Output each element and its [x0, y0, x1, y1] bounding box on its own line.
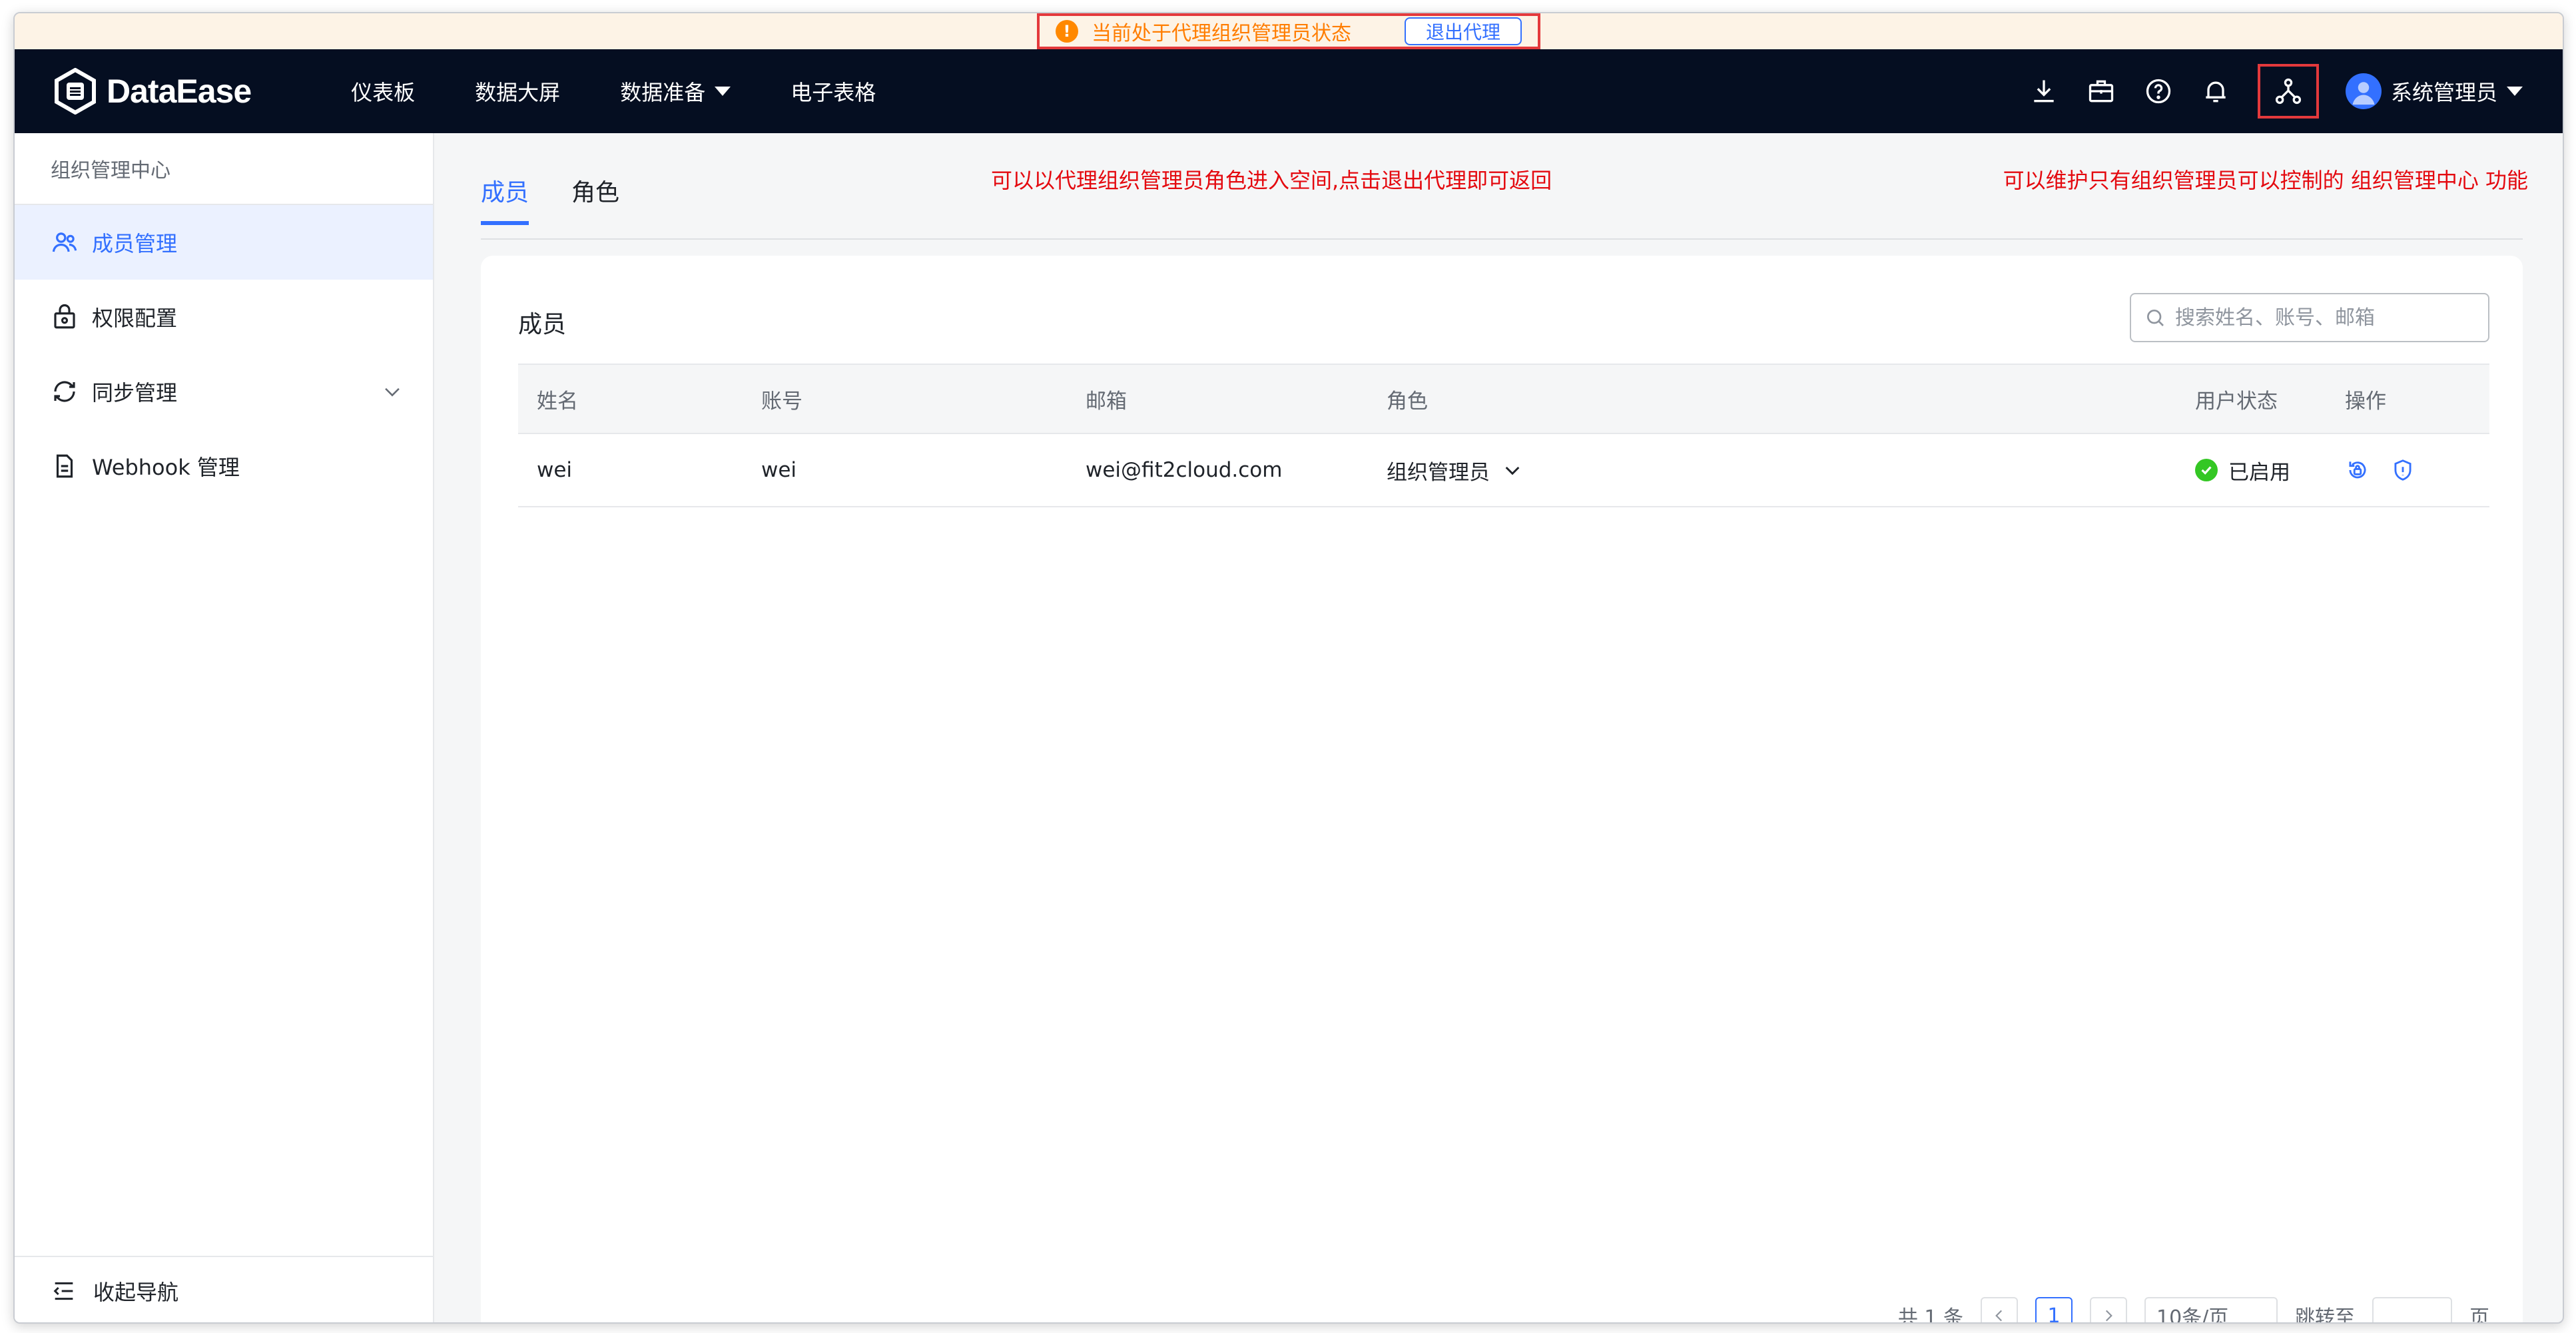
lock-box-icon: [54, 304, 75, 329]
help-icon: [2146, 79, 2171, 104]
nav-spreadsheet[interactable]: 电子表格: [791, 76, 876, 107]
sync-icon: [54, 381, 75, 402]
sidebar-item-label: Webhook 管理: [92, 455, 240, 480]
proxy-status-text: 当前处于代理组织管理员状态: [1091, 22, 1351, 45]
tab-divider: [481, 238, 2523, 240]
document-icon: [56, 454, 73, 478]
nav-data-prep-label: 数据准备: [620, 80, 706, 105]
col-header-account: 账号: [761, 389, 803, 413]
col-header-role: 角色: [1387, 389, 1428, 413]
tab-members[interactable]: 成员: [481, 173, 529, 225]
members-table: 姓名 账号 邮箱 角色 用户状态 操作 wei wei wei@fit2clou…: [518, 364, 2489, 507]
sidebar-header: 组织管理中心: [15, 133, 433, 205]
chevron-right-icon: [2105, 1310, 2112, 1322]
collapse-nav-button[interactable]: 收起导航: [15, 1256, 433, 1322]
cell-email: wei@fit2cloud.com: [1086, 458, 1283, 482]
warning-icon: !: [1055, 20, 1078, 43]
reset-password-icon[interactable]: [2345, 457, 2370, 483]
user-icon: [2352, 82, 2375, 105]
main-menu: 仪表板 数据大屏 数据准备 电子表格: [351, 76, 876, 107]
page-size-select[interactable]: 10条/页: [2144, 1297, 2278, 1322]
org-tree-icon: [2275, 78, 2302, 105]
jump-page-input[interactable]: [2372, 1297, 2452, 1322]
col-header-actions: 操作: [2345, 389, 2386, 413]
logo-text: DataEase: [107, 73, 252, 110]
app-window: ! 当前处于代理组织管理员状态 退出代理 DataEase 仪表板 数据大屏 数…: [13, 12, 2564, 1324]
collapse-nav-label: 收起导航: [93, 1280, 179, 1305]
sidebar-item-label: 成员管理: [92, 231, 178, 256]
cell-status: 已启用: [2176, 455, 2326, 485]
jump-label: 跳转至: [2295, 1306, 2355, 1324]
table-row: wei wei wei@fit2cloud.com 组织管理员 已启用: [518, 434, 2489, 507]
users-icon: [52, 232, 77, 252]
notification-button[interactable]: [2200, 76, 2231, 107]
members-card: 成员 姓名 账号 邮箱 角色 用户状态 操作 wei wei wei@fit2c…: [481, 256, 2523, 1322]
dataease-logo-icon: [55, 68, 96, 115]
nav-spreadsheet-label: 电子表格: [791, 80, 876, 105]
page-number[interactable]: 1: [2035, 1297, 2073, 1322]
caret-down-icon: [2507, 87, 2523, 96]
logo[interactable]: DataEase: [52, 68, 252, 115]
download-icon: [2034, 80, 2054, 103]
next-page-button[interactable]: [2090, 1297, 2127, 1322]
sidebar-item-label: 同步管理: [92, 380, 178, 405]
chevron-left-icon: [1995, 1310, 2003, 1322]
chevron-down-icon: [385, 388, 400, 397]
page-unit-label: 页: [2469, 1306, 2489, 1324]
search-icon: [2147, 310, 2164, 326]
pagination: 共 1 条 1 10条/页 跳转至 页: [1897, 1297, 2489, 1324]
sidebar-item-permissions[interactable]: 权限配置: [15, 280, 433, 354]
org-management-button[interactable]: [2257, 64, 2319, 119]
tab-roles[interactable]: 角色: [571, 173, 619, 225]
chevron-down-icon: [1505, 466, 1520, 475]
col-header-email: 邮箱: [1086, 389, 1127, 413]
nav-dashboard[interactable]: 仪表板: [351, 76, 415, 107]
nav-data-prep[interactable]: 数据准备: [620, 76, 731, 107]
sidebar-item-sync[interactable]: 同步管理: [15, 354, 433, 429]
status-text: 已启用: [2228, 460, 2290, 485]
table-header: 姓名 账号 邮箱 角色 用户状态 操作: [518, 364, 2489, 434]
template-market-button[interactable]: [2086, 76, 2116, 107]
download-button[interactable]: [2029, 76, 2059, 107]
permission-shield-icon[interactable]: [2390, 457, 2415, 483]
search-input[interactable]: [2175, 306, 2468, 330]
cell-account: wei: [761, 458, 797, 482]
user-menu[interactable]: 系统管理员: [2345, 73, 2523, 109]
cell-name: wei: [537, 458, 573, 482]
sidebar-item-members[interactable]: 成员管理: [15, 205, 433, 280]
user-name: 系统管理员: [2390, 80, 2497, 105]
col-header-name: 姓名: [537, 389, 578, 413]
exit-proxy-button[interactable]: 退出代理: [1404, 17, 1522, 45]
toolbar-right: 系统管理员: [2029, 64, 2523, 119]
role-select-value: 组织管理员: [1387, 460, 1490, 485]
col-header-status: 用户状态: [2195, 389, 2278, 413]
role-select[interactable]: 组织管理员: [1368, 455, 2176, 485]
card-title: 成员: [518, 311, 567, 338]
caret-down-icon: [715, 87, 731, 96]
nav-data-screen[interactable]: 数据大屏: [475, 76, 560, 107]
sidebar: 组织管理中心 成员管理 权限配置 同步管理 Webhook 管理 收起导航: [15, 133, 434, 1322]
cell-actions: [2326, 457, 2489, 483]
bell-icon: [2206, 81, 2226, 103]
main-content: 成员 角色 可以以代理组织管理员角色进入空间,点击退出代理即可返回 可以维护只有…: [434, 133, 2563, 1322]
sidebar-item-webhook[interactable]: Webhook 管理: [15, 429, 433, 503]
search-box[interactable]: [2130, 293, 2489, 342]
nav-data-screen-label: 数据大屏: [475, 80, 561, 105]
proxy-banner: ! 当前处于代理组织管理员状态 退出代理: [15, 13, 2563, 49]
avatar: [2345, 73, 2382, 109]
check-circle-icon: [2195, 459, 2218, 481]
prev-page-button[interactable]: [1981, 1297, 2018, 1322]
nav-dashboard-label: 仪表板: [351, 80, 416, 105]
top-nav: DataEase 仪表板 数据大屏 数据准备 电子表格 系统管理员: [15, 49, 2563, 133]
annotation-org-note: 可以维护只有组织管理员可以控制的 组织管理中心 功能: [2003, 168, 2528, 193]
total-count: 共 1 条: [1897, 1306, 1963, 1324]
proxy-banner-highlight: ! 当前处于代理组织管理员状态 退出代理: [1036, 13, 1540, 49]
briefcase-icon: [2089, 80, 2114, 103]
sidebar-item-label: 权限配置: [92, 306, 178, 331]
annotation-proxy-note: 可以以代理组织管理员角色进入空间,点击退出代理即可返回: [991, 168, 1552, 193]
collapse-menu-icon: [53, 1282, 73, 1300]
help-button[interactable]: [2143, 76, 2174, 107]
tab-bar: 成员 角色: [481, 173, 619, 225]
